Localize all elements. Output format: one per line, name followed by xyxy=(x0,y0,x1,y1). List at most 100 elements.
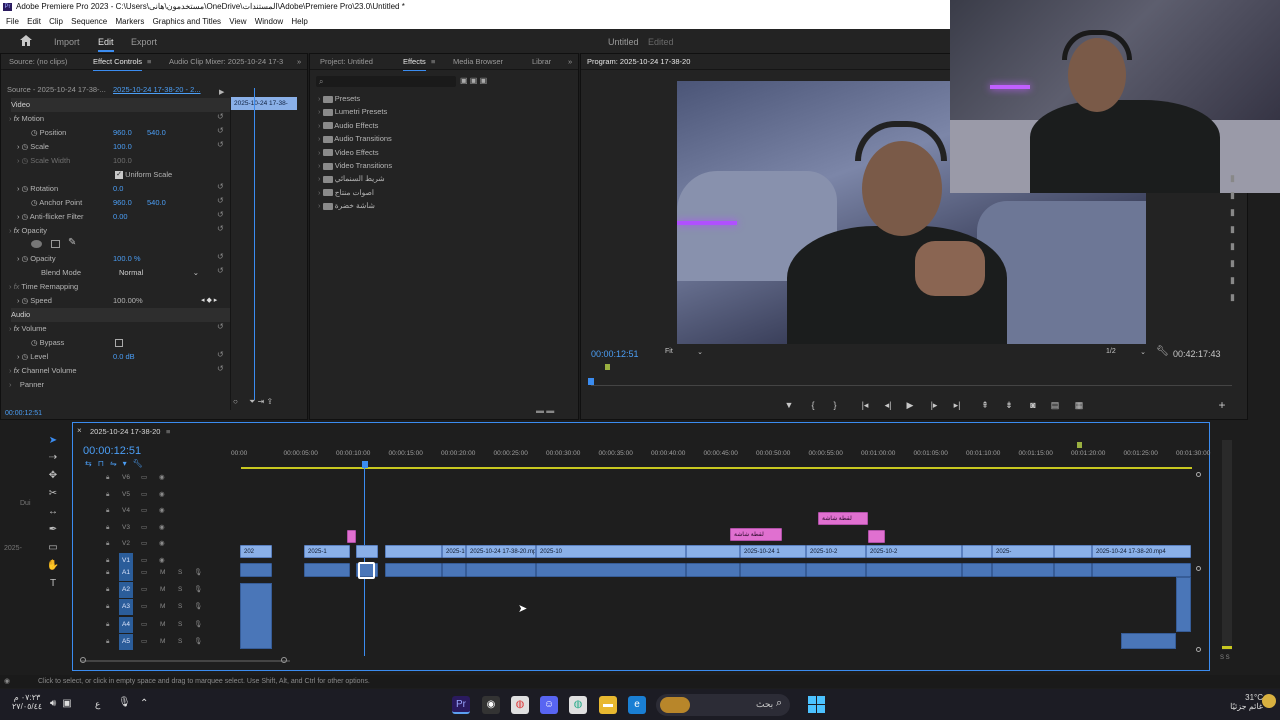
ec-footer-icons[interactable]: ○ ⏷ ⇥ ⇪ xyxy=(233,397,273,407)
edge-taskbar-icon[interactable]: e xyxy=(628,696,646,714)
zoom-handle-icon[interactable] xyxy=(1196,472,1201,477)
solo-button[interactable]: S xyxy=(178,634,182,650)
track-label[interactable]: A1 xyxy=(119,565,133,581)
video-clip[interactable]: 2025-10-24 17-38-20.mp4 xyxy=(1092,545,1191,558)
blend-select[interactable]: Normal ⌄ xyxy=(119,266,199,280)
sync-icon[interactable]: ▭ xyxy=(141,470,147,486)
uniform-scale-row[interactable]: ✓ Uniform Scale xyxy=(115,168,172,182)
source-sequence[interactable]: Source - 2025-10-24 17-38-... xyxy=(7,83,106,97)
effects-search-input[interactable]: ⌕ xyxy=(316,76,456,87)
menu-markers[interactable]: Markers xyxy=(115,17,144,26)
menu-help[interactable]: Help xyxy=(291,17,307,26)
ripple-edit-tool-icon[interactable]: ✥ xyxy=(46,469,60,483)
effects-folder-item[interactable]: › اصوات منتاج xyxy=(318,186,374,200)
premiere-taskbar-icon[interactable]: Pr xyxy=(452,696,470,714)
mic-icon[interactable]: 🎙︎ xyxy=(194,634,202,650)
mic-icon[interactable]: 🎙︎ xyxy=(118,697,131,708)
tab-audio-clip-mixer[interactable]: Audio Clip Mixer: 2025-10-24 17-3 xyxy=(169,54,283,70)
program-timecode[interactable]: 00:00:12:51 xyxy=(591,349,639,359)
solo-button[interactable]: S xyxy=(178,565,182,581)
effects-folder-item[interactable]: › Video Transitions xyxy=(318,159,392,173)
weather-icon[interactable] xyxy=(1262,694,1276,708)
track-label[interactable]: V2 xyxy=(119,536,133,552)
audio-clip[interactable] xyxy=(442,563,466,577)
comparison-view-icon[interactable]: ▤ xyxy=(1048,400,1062,411)
step-forward-icon[interactable]: |▸ xyxy=(927,400,941,411)
lock-icon[interactable]: 🔒︎ xyxy=(106,634,109,650)
track-label[interactable]: V6 xyxy=(119,470,133,486)
menu-icon[interactable]: ≡ xyxy=(147,54,151,70)
weather-widget[interactable]: 31°C غائم جزئيًا xyxy=(1227,693,1263,711)
video-clip[interactable]: 2025-10-24 17-38-20.mp4 xyxy=(466,545,536,558)
audio-clip[interactable] xyxy=(806,563,866,577)
effects-folder-item[interactable]: › Video Effects xyxy=(318,146,379,160)
video-clip[interactable] xyxy=(962,545,992,558)
rotation-value[interactable]: 0.0 xyxy=(113,182,123,196)
video-clip[interactable] xyxy=(686,545,740,558)
video-clip[interactable] xyxy=(356,545,378,558)
eye-icon[interactable]: ◉ xyxy=(159,520,165,536)
marker-icon[interactable] xyxy=(605,364,610,370)
video-clip[interactable] xyxy=(385,545,442,558)
audio-clip[interactable] xyxy=(304,563,350,577)
audio-clip[interactable] xyxy=(240,563,272,577)
lift-icon[interactable]: ⇞ xyxy=(978,400,992,411)
effects-folder-item[interactable]: › Audio Transitions xyxy=(318,132,392,146)
mini-timeline-clip[interactable]: 2025-10-24 17-38- xyxy=(231,97,297,110)
audio-clip-a2-a5[interactable] xyxy=(240,583,272,649)
eye-icon[interactable]: ◉ xyxy=(159,470,165,486)
mute-button[interactable]: M xyxy=(160,599,165,615)
reset-icon[interactable]: ↺ xyxy=(217,364,224,373)
mic-icon[interactable]: 🎙︎ xyxy=(194,599,202,615)
audio-clip-end[interactable] xyxy=(1176,577,1191,632)
video-track-header[interactable]: 🔒︎ V4 ▭ ◉ xyxy=(100,503,228,519)
lock-icon[interactable]: 🔒︎ xyxy=(106,470,109,486)
rectangle-tool-icon[interactable]: ▭ xyxy=(46,541,60,555)
track-label[interactable]: V5 xyxy=(119,487,133,503)
menu-clip[interactable]: Clip xyxy=(49,17,63,26)
video-track-header[interactable]: 🔒︎ V5 ▭ ◉ xyxy=(100,487,228,503)
file-explorer-taskbar-icon[interactable]: ▬ xyxy=(599,696,617,714)
menu-edit[interactable]: Edit xyxy=(27,17,41,26)
reset-icon[interactable]: ↺ xyxy=(217,252,224,261)
lock-icon[interactable]: 🔒︎ xyxy=(106,617,109,633)
solo-button[interactable]: S xyxy=(178,582,182,598)
tab-media-browser[interactable]: Media Browser xyxy=(453,54,503,70)
sync-icon[interactable]: ▭ xyxy=(141,503,147,519)
graphic-clip[interactable]: لقطة شاشة xyxy=(818,512,868,525)
lock-icon[interactable]: 🔒︎ xyxy=(106,599,109,615)
menu-sequence[interactable]: Sequence xyxy=(71,17,107,26)
sync-icon[interactable]: ▭ xyxy=(141,599,147,615)
reset-icon[interactable]: ↺ xyxy=(217,322,224,331)
motion-row[interactable]: › fx Motion xyxy=(9,112,44,126)
selected-clip-outline[interactable] xyxy=(358,562,375,579)
position-y[interactable]: 540.0 xyxy=(147,126,166,140)
time-remap-row[interactable]: › fx Time Remapping xyxy=(9,280,78,294)
clock[interactable]: ٠٧:٢٣ م ٢٧/٠٥/٤٤ xyxy=(12,693,42,711)
ellipse-mask-icon[interactable] xyxy=(31,240,42,248)
effects-folder-item[interactable]: › شريط السنمائي xyxy=(318,172,385,186)
audio-clip[interactable] xyxy=(1054,563,1092,577)
track-label[interactable]: A3 xyxy=(119,599,133,616)
video-track-header[interactable]: 🔒︎ V6 ▭ ◉ xyxy=(100,470,228,486)
go-to-in-icon[interactable]: |◂ xyxy=(858,400,872,411)
volume-group-row[interactable]: › fx Volume xyxy=(9,322,47,336)
sync-icon[interactable]: ▭ xyxy=(141,520,147,536)
bypass-checkbox[interactable] xyxy=(115,339,123,347)
tab-effect-controls[interactable]: Effect Controls xyxy=(93,54,143,71)
menu-window[interactable]: Window xyxy=(255,17,283,26)
timeline-horizontal-scrollbar[interactable] xyxy=(80,660,290,662)
solo-button[interactable]: S xyxy=(178,599,182,615)
solo-button[interactable]: S xyxy=(178,617,182,633)
timeline-marker[interactable] xyxy=(1077,442,1082,448)
panner-row[interactable]: › Panner xyxy=(9,378,44,392)
audio-track-header[interactable]: 🔒︎ A3 ▭ M S 🎙︎ xyxy=(100,599,228,616)
play-icon[interactable]: ▶ xyxy=(903,400,917,411)
channel-volume-row[interactable]: › fx Channel Volume xyxy=(9,364,77,378)
eye-icon[interactable]: ◉ xyxy=(159,536,165,552)
wrench-icon[interactable]: 🔧︎ xyxy=(1156,346,1169,357)
vr-video-icon[interactable]: ▦ xyxy=(1072,400,1086,411)
audio-track-header[interactable]: 🔒︎ A2 ▭ M S 🎙︎ xyxy=(100,582,228,599)
mic-icon[interactable]: 🎙︎ xyxy=(194,565,202,581)
video-clip[interactable]: 2025-10-2 xyxy=(866,545,962,558)
